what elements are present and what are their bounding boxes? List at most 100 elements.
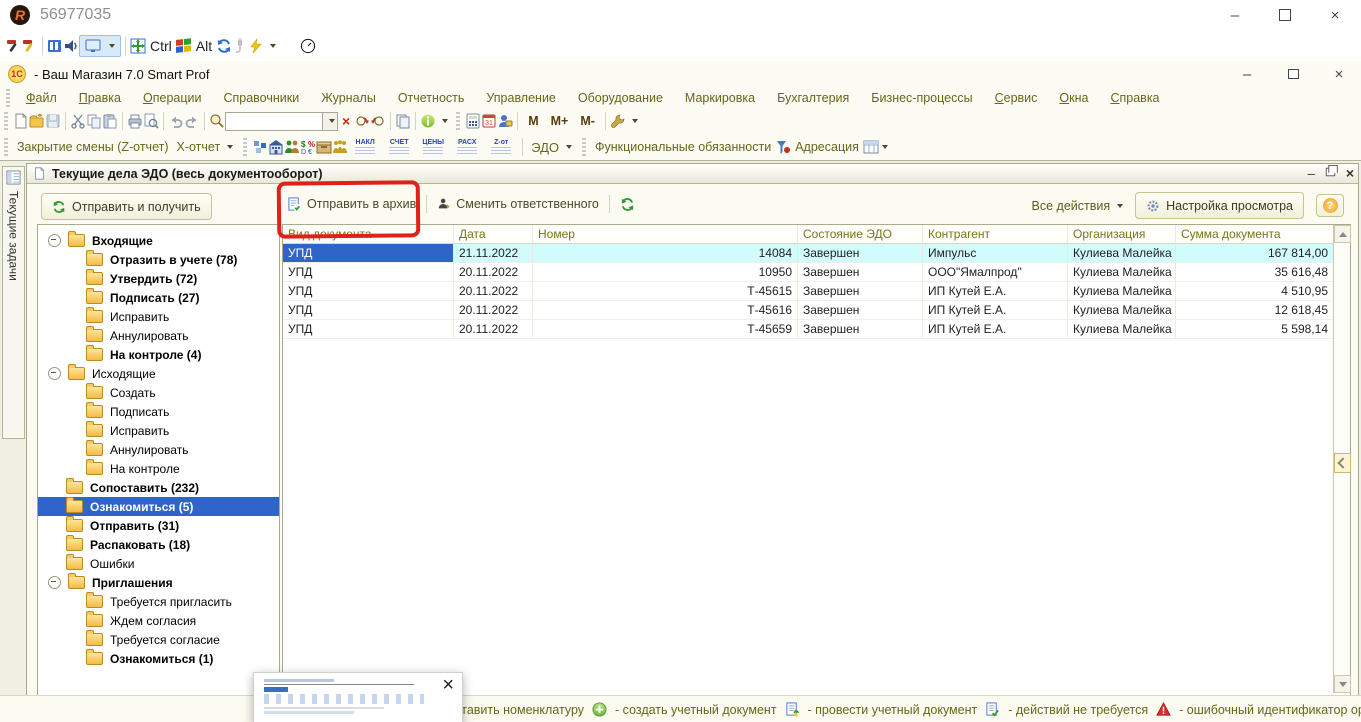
paste-icon[interactable] bbox=[102, 113, 118, 129]
edo-minimize-button[interactable]: – bbox=[1308, 166, 1315, 181]
send-receive-button[interactable]: Отправить и получить bbox=[41, 193, 212, 220]
collapse-icon[interactable] bbox=[48, 367, 61, 380]
menu-operations[interactable]: Операции bbox=[143, 91, 201, 105]
menu-accounting[interactable]: Бухгалтерия bbox=[777, 91, 849, 105]
column-header[interactable]: Сумма документа bbox=[1176, 225, 1334, 244]
cell[interactable]: Импульс bbox=[923, 244, 1068, 263]
connection-settings-icon[interactable] bbox=[22, 38, 38, 54]
cell[interactable]: 4 510,95 bbox=[1176, 282, 1334, 301]
cell[interactable]: УПД bbox=[283, 282, 454, 301]
table-row[interactable]: УПД 20.11.2022 Т-45659 Завершен ИП Кутей… bbox=[283, 320, 1334, 339]
cell[interactable]: 20.11.2022 bbox=[454, 301, 533, 320]
save-icon[interactable] bbox=[45, 113, 61, 129]
refresh-icon[interactable] bbox=[216, 38, 232, 54]
cell[interactable]: УПД bbox=[283, 301, 454, 320]
fullscreen-icon[interactable] bbox=[130, 38, 146, 54]
current-tasks-tab[interactable]: Текущие задачи bbox=[2, 166, 25, 439]
cell[interactable]: 20.11.2022 bbox=[454, 263, 533, 282]
tree-item[interactable]: Подписать (27) bbox=[38, 288, 279, 307]
chevron-down-icon[interactable] bbox=[227, 145, 233, 149]
table-scrollbar[interactable] bbox=[1333, 225, 1350, 693]
tree-item[interactable]: Отразить в учете (78) bbox=[38, 250, 279, 269]
cell[interactable]: Кулиева Малейка Гаса... bbox=[1068, 301, 1176, 320]
cell[interactable]: Т-45616 bbox=[533, 301, 798, 320]
scroll-thumb[interactable] bbox=[1334, 453, 1351, 473]
cell[interactable]: Кулиева Малейка Гаса... bbox=[1068, 263, 1176, 282]
cell[interactable]: 12 618,45 bbox=[1176, 301, 1334, 320]
cell[interactable]: ИП Кутей Е.А. bbox=[923, 282, 1068, 301]
cell[interactable]: Завершен bbox=[798, 282, 923, 301]
tree-item[interactable]: Отправить (31) bbox=[38, 516, 279, 535]
column-header[interactable]: Состояние ЭДО bbox=[798, 225, 923, 244]
tree-item-incoming[interactable]: Входящие bbox=[38, 231, 279, 250]
tree-item[interactable]: Исправить bbox=[38, 421, 279, 440]
cell[interactable]: 5 598,14 bbox=[1176, 320, 1334, 339]
menu-service[interactable]: Сервис bbox=[995, 91, 1038, 105]
print-preview-icon[interactable] bbox=[143, 113, 159, 129]
z-doc-button[interactable]: Z-от bbox=[488, 139, 514, 155]
x-report-button[interactable]: X-отчет bbox=[177, 140, 221, 154]
cell[interactable]: Кулиева Малейка Гаса... bbox=[1068, 320, 1176, 339]
search-icon[interactable] bbox=[209, 113, 225, 129]
app-restore-button[interactable] bbox=[1285, 66, 1301, 82]
print-icon[interactable] bbox=[127, 113, 143, 129]
all-actions-button[interactable]: Все действия bbox=[1032, 199, 1124, 213]
column-header[interactable]: Организация bbox=[1068, 225, 1176, 244]
info-dropdown[interactable] bbox=[420, 113, 448, 129]
tree-item[interactable]: Требуется согласие bbox=[38, 630, 279, 649]
tree-item[interactable]: Сопоставить (232) bbox=[38, 478, 279, 497]
menu-reporting[interactable]: Отчетность bbox=[398, 91, 465, 105]
file-transfer-icon[interactable] bbox=[47, 38, 63, 54]
tools-dropdown[interactable] bbox=[610, 113, 638, 129]
cell[interactable]: Кулиева Малейка Гаса... bbox=[1068, 244, 1176, 263]
menu-management[interactable]: Управление bbox=[486, 91, 556, 105]
scroll-down-button[interactable] bbox=[1334, 675, 1351, 693]
column-header[interactable]: Вид документа bbox=[283, 225, 454, 244]
z-report-button[interactable]: Закрытие смены (Z-отчет) bbox=[17, 140, 169, 154]
cell[interactable]: Завершен bbox=[798, 263, 923, 282]
disconnect-plug-icon[interactable] bbox=[232, 38, 248, 54]
menu-edit[interactable]: Правка bbox=[79, 91, 121, 105]
tree-item[interactable]: На контроле (4) bbox=[38, 345, 279, 364]
remote-maximize-button[interactable] bbox=[1277, 7, 1293, 23]
calendar-icon[interactable]: 31 bbox=[481, 113, 497, 129]
tree-item[interactable]: Распаковать (18) bbox=[38, 535, 279, 554]
app-close-button[interactable]: × bbox=[1331, 66, 1347, 82]
cut-icon[interactable] bbox=[70, 113, 86, 129]
collapse-icon[interactable] bbox=[48, 576, 61, 589]
clock-icon[interactable] bbox=[300, 38, 316, 54]
menu-help[interactable]: Справка bbox=[1110, 91, 1159, 105]
tree-item[interactable]: Ошибки bbox=[38, 554, 279, 573]
search-input[interactable] bbox=[226, 113, 322, 130]
table-row[interactable]: УПД 20.11.2022 10950 Завершен ООО"Ямалпр… bbox=[283, 263, 1334, 282]
clear-search-icon[interactable]: × bbox=[342, 113, 350, 129]
tree-item[interactable]: Аннулировать bbox=[38, 326, 279, 345]
copy-icon[interactable] bbox=[86, 113, 102, 129]
menu-equipment[interactable]: Оборудование bbox=[578, 91, 663, 105]
sound-icon[interactable] bbox=[63, 38, 79, 54]
help-button[interactable]: ? bbox=[1316, 194, 1344, 217]
tree-item[interactable]: Аннулировать bbox=[38, 440, 279, 459]
cell[interactable]: ИП Кутей Е.А. bbox=[923, 301, 1068, 320]
menu-catalogs[interactable]: Справочники bbox=[223, 91, 299, 105]
tree-item[interactable]: Ознакомиться (1) bbox=[38, 649, 279, 668]
menu-journals[interactable]: Журналы bbox=[321, 91, 376, 105]
redo-icon[interactable] bbox=[184, 113, 200, 129]
view-settings-button[interactable]: Настройка просмотра bbox=[1135, 192, 1304, 219]
menu-marking[interactable]: Маркировка bbox=[685, 91, 755, 105]
open-icon[interactable] bbox=[29, 113, 45, 129]
table-row[interactable]: УПД 20.11.2022 Т-45616 Завершен ИП Кутей… bbox=[283, 301, 1334, 320]
ctrl-key-button[interactable]: Ctrl bbox=[150, 38, 172, 54]
column-header[interactable]: Дата bbox=[454, 225, 533, 244]
table-row-selected[interactable]: УПД 21.11.2022 14084 Завершен Импульс Ку… bbox=[283, 244, 1334, 263]
cell[interactable]: ИП Кутей Е.А. bbox=[923, 320, 1068, 339]
power-dropdown[interactable] bbox=[248, 38, 276, 54]
table-row[interactable]: УПД 20.11.2022 Т-45615 Завершен ИП Кутей… bbox=[283, 282, 1334, 301]
find-previous-icon[interactable] bbox=[370, 113, 386, 129]
memory-minus-button[interactable]: M- bbox=[580, 114, 595, 128]
cell[interactable]: 20.11.2022 bbox=[454, 282, 533, 301]
cell[interactable]: УПД bbox=[283, 263, 454, 282]
alt-key-button[interactable]: Alt bbox=[196, 38, 212, 54]
edo-restore-button[interactable] bbox=[1325, 166, 1336, 180]
view-mode-dropdown[interactable] bbox=[79, 35, 121, 57]
